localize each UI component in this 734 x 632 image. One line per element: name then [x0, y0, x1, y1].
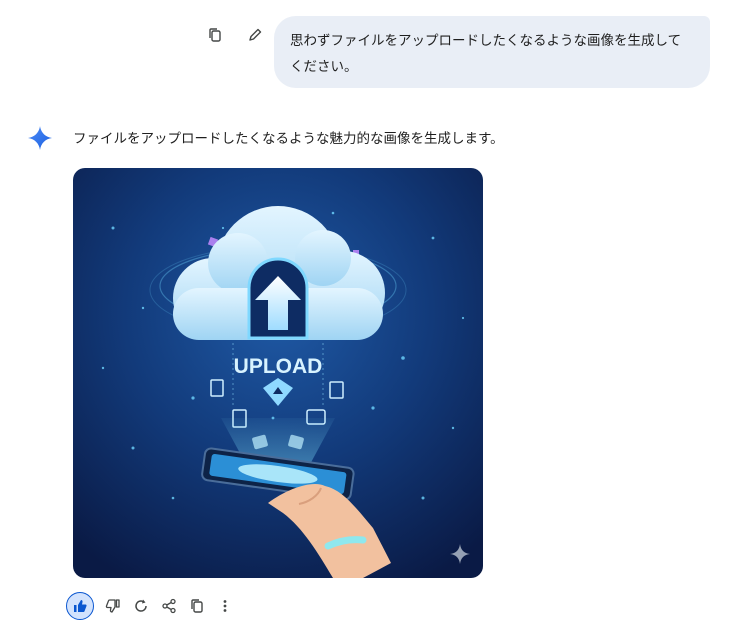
regenerate-icon[interactable] — [130, 595, 152, 617]
sparkle-icon — [28, 126, 52, 154]
copy-icon[interactable] — [204, 24, 226, 46]
share-icon[interactable] — [158, 595, 180, 617]
upload-label: UPLOAD — [234, 355, 323, 378]
user-message-bubble: 思わずファイルをアップロードしたくなるような画像を生成してください。 — [274, 16, 710, 88]
generated-image[interactable]: UPLOAD — [73, 168, 483, 578]
copy-icon[interactable] — [186, 595, 208, 617]
more-vert-icon[interactable] — [214, 595, 236, 617]
user-message-actions — [204, 24, 266, 46]
user-message-text: 思わずファイルをアップロードしたくなるような画像を生成してください。 — [290, 33, 682, 75]
assistant-message-text: ファイルをアップロードしたくなるような魅力的な画像を生成します。 — [73, 131, 504, 147]
thumb-down-icon[interactable] — [102, 595, 124, 617]
edit-icon[interactable] — [244, 24, 266, 46]
thumb-up-icon[interactable] — [66, 592, 94, 620]
response-feedback-bar — [66, 592, 236, 620]
